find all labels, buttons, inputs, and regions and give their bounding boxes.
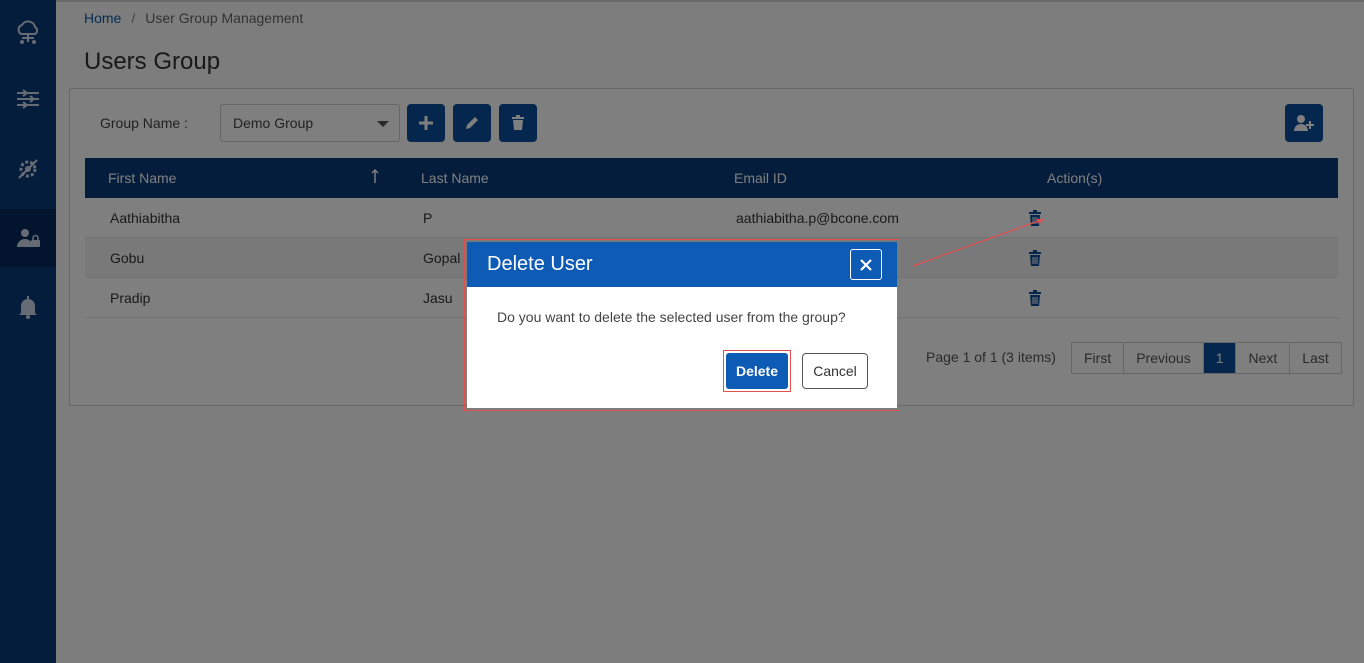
dialog-header: Delete User [467, 242, 897, 287]
dialog-close-button[interactable] [850, 249, 882, 280]
delete-user-dialog: Delete User Do you want to delete the se… [467, 242, 897, 408]
cancel-button[interactable]: Cancel [802, 353, 868, 389]
dialog-message: Do you want to delete the selected user … [497, 309, 846, 325]
close-icon [860, 258, 872, 271]
dialog-title: Delete User [487, 253, 593, 275]
delete-button[interactable]: Delete [726, 353, 788, 389]
